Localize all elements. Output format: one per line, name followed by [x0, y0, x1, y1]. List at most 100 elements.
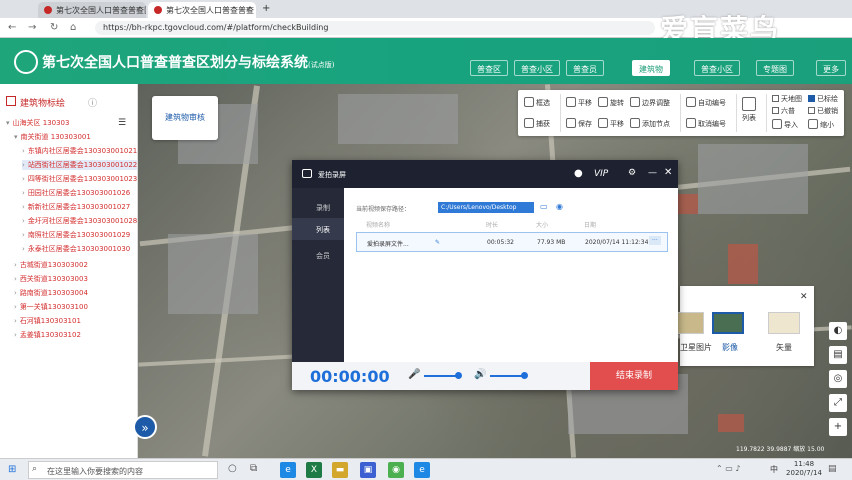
microphone-icon[interactable]: 🎤 [408, 369, 420, 380]
new-tab-button[interactable]: + [262, 3, 270, 14]
tree-item-community[interactable]: › 田园社区居委会130303001026 [22, 188, 130, 198]
layer-basemap-toggle[interactable]: 天地图 [772, 94, 802, 104]
tree-item-street[interactable]: › 西关街道130303003 [14, 274, 88, 284]
layer-labeled-toggle[interactable]: 已标绘 [808, 94, 838, 104]
close-icon[interactable]: × [245, 5, 252, 14]
sidebar: 建筑物标绘 ⓘ ☰ ▾ 山海关区 130303 ▾ 南关街道 130303001 ›… [0, 84, 138, 458]
tree-item-street[interactable]: ▾ 南关街道 130303001 [14, 132, 91, 142]
zoom-out-button[interactable]: 缩小 [808, 119, 834, 130]
menu-icon[interactable] [6, 96, 16, 106]
mic-volume-knob[interactable] [455, 372, 462, 379]
save-path-field[interactable]: C:/Users/Lenovo/Desktop [438, 202, 534, 213]
cortana-icon[interactable]: ○ [228, 463, 237, 474]
open-icon[interactable]: ◉ [556, 202, 563, 211]
tree-item-community[interactable]: › 四等街社区居委会130303001023 [22, 174, 137, 184]
nav-tab-building[interactable]: 建筑物 [632, 60, 670, 76]
close-icon[interactable]: × [135, 5, 142, 14]
more-icon[interactable]: ··· [649, 236, 661, 245]
tool-add-node[interactable]: 添加节点 [630, 118, 670, 129]
tool-edit-boundary[interactable]: 边界调整 [630, 97, 670, 108]
edge-icon[interactable]: e [280, 462, 296, 478]
mic-volume-slider[interactable] [424, 375, 458, 377]
tree-item-district[interactable]: ▾ 山海关区 130303 [6, 118, 69, 128]
nav-tab-small-area-2[interactable]: 普查小区 [694, 60, 740, 76]
tool-pan[interactable]: 平移 [566, 97, 592, 108]
zoom-in-icon[interactable]: + [829, 418, 847, 436]
user-icon[interactable]: ● [574, 168, 583, 179]
tool-cancel-number[interactable]: 取消编号 [686, 118, 726, 129]
import-button[interactable]: 导入 [772, 119, 798, 130]
taskbar-clock[interactable]: 11:48 2020/7/14 [784, 460, 824, 478]
nav-tab-thematic-map[interactable]: 专题图 [756, 60, 794, 76]
tool-save[interactable]: 保存 [566, 118, 592, 129]
speaker-volume-slider[interactable] [490, 375, 524, 377]
recorder-app-icon[interactable]: ▣ [360, 462, 376, 478]
tree-item-community[interactable]: › 永泰社区居委会130303001030 [22, 244, 130, 254]
layer-thumb-vector[interactable] [768, 312, 800, 334]
tree-item-community[interactable]: › 金圩河社区居委会130303001028 [22, 216, 137, 226]
vip-badge[interactable]: VIP [594, 169, 608, 179]
sidebar-collapse-button[interactable]: » [133, 415, 157, 439]
layer-label-satellite: 卫星图片 [680, 343, 712, 352]
excel-icon[interactable]: X [306, 462, 322, 478]
tool-box-select[interactable]: 框选 [524, 97, 550, 108]
url-input[interactable]: https://bh-rkpc.tgovcloud.com/#/platform… [95, 21, 655, 35]
reload-icon[interactable]: ↻ [50, 22, 58, 33]
task-view-icon[interactable]: ⧉ [250, 463, 257, 474]
file-explorer-icon[interactable]: ▬ [332, 462, 348, 478]
tool-auto-number[interactable]: 自动编号 [686, 97, 726, 108]
tray-icons[interactable]: ⌃ ▭ ♪ [716, 464, 740, 473]
nav-tab-more[interactable]: 更多 [816, 60, 846, 76]
speaker-volume-knob[interactable] [521, 372, 528, 379]
settings-icon[interactable]: ⚙ [628, 168, 636, 178]
tree-item-street[interactable]: › 古城街道130303002 [14, 260, 88, 270]
info-icon[interactable]: ⓘ [88, 96, 97, 109]
tree-item-community[interactable]: › 东镇内社区居委会130303001021 [22, 146, 137, 156]
layer-thumb-imagery[interactable] [712, 312, 744, 334]
speaker-icon[interactable]: 🔊 [474, 369, 486, 380]
tree-item-street[interactable]: › 路南街道130303004 [14, 288, 88, 298]
home-icon[interactable]: ⌂ [70, 22, 76, 33]
tree-item-town[interactable]: › 孟姜镇130303102 [14, 330, 81, 340]
recorder-side-list[interactable]: 列表 [292, 218, 344, 240]
recorder-side-record[interactable]: 录制 [292, 196, 344, 218]
tool-list[interactable]: 列表 [742, 97, 756, 123]
edge-icon-2[interactable]: e [414, 462, 430, 478]
tree-item-community[interactable]: › 南照社区居委会130303001029 [22, 230, 130, 240]
recorder-side-member[interactable]: 会员 [292, 244, 344, 266]
browser-tab-1[interactable]: 第七次全国人口普查普查区 × [38, 2, 146, 18]
folder-icon[interactable]: ▭ [540, 202, 548, 211]
nav-tab-census-area[interactable]: 普查区 [470, 60, 508, 76]
tool-rotate[interactable]: 旋转 [598, 97, 624, 108]
location-icon[interactable]: ◎ [829, 370, 847, 388]
windows-start-icon[interactable]: ⊞ [8, 464, 16, 475]
layer-backup-toggle[interactable]: 已撤销 [808, 106, 838, 116]
tree-item-community[interactable]: › 新新社区居委会130303001027 [22, 202, 130, 212]
minimize-icon[interactable]: — [648, 168, 657, 178]
back-icon[interactable]: ← [8, 22, 16, 33]
forward-icon[interactable]: → [28, 22, 36, 33]
edit-icon[interactable]: ✎ [435, 239, 440, 246]
building-review-card[interactable]: 建筑物审核 [152, 96, 218, 140]
nav-tab-enumerator[interactable]: 普查员 [566, 60, 604, 76]
browser-app-icon[interactable]: ◉ [388, 462, 404, 478]
tree-item-community-selected[interactable]: › 站西街社区居委会130303001022 [22, 160, 138, 170]
recording-row[interactable]: 爱拍录屏文件... ✎ 00:05:32 77.93 MB 2020/07/14… [356, 232, 668, 252]
taskbar-search-input[interactable]: 在这里输入你要搜索的内容 [28, 461, 218, 479]
layers-icon[interactable]: ▤ [829, 346, 847, 364]
fullscreen-icon[interactable]: ⤢ [829, 394, 847, 412]
stop-recording-button[interactable]: 结束录制 [590, 362, 678, 390]
nav-tab-small-area[interactable]: 普查小区 [514, 60, 560, 76]
close-icon[interactable]: ✕ [664, 167, 672, 178]
tool-move[interactable]: 平移 [598, 118, 624, 129]
close-icon[interactable]: ✕ [800, 292, 808, 302]
layer-six-toggle[interactable]: 六普 [772, 106, 795, 116]
browser-tab-2[interactable]: 第七次全国人口普查普查 × [148, 2, 256, 18]
list-toggle-icon[interactable]: ☰ [118, 118, 126, 128]
notification-icon[interactable]: ▤ [828, 464, 837, 474]
palette-icon[interactable]: ◐ [829, 322, 847, 340]
tool-capture[interactable]: 捕获 [524, 118, 550, 129]
tree-item-town[interactable]: › 第一关镇130303100 [14, 302, 88, 312]
tree-item-town[interactable]: › 石河镇130303101 [14, 316, 81, 326]
input-language[interactable]: 中 [770, 464, 778, 475]
